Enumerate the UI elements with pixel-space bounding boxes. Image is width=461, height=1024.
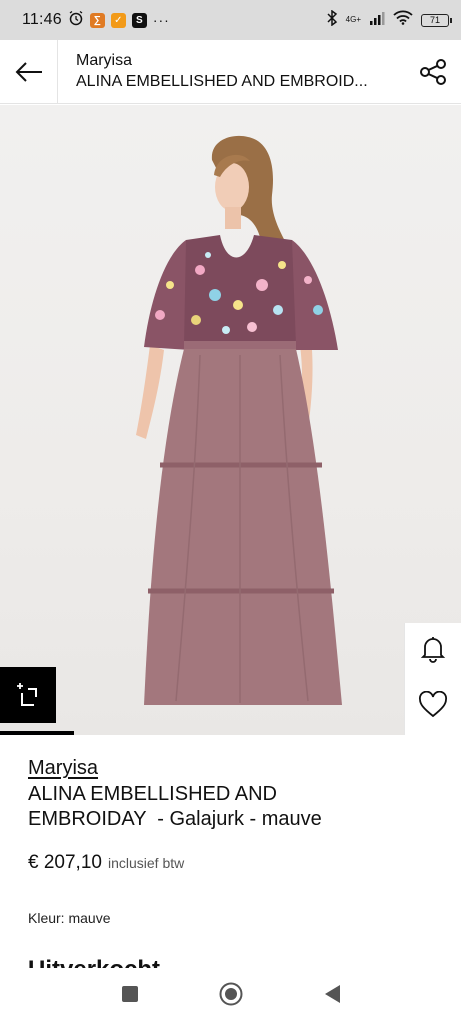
header-brand: Maryisa (76, 51, 133, 69)
network-type: 4G+ (345, 15, 361, 24)
back-nav-button[interactable] (323, 984, 341, 1009)
square-icon (121, 985, 138, 1002)
battery-indicator: 71 (421, 13, 452, 27)
wishlist-button[interactable] (418, 690, 448, 724)
product-image[interactable] (0, 105, 461, 735)
alarm-icon (68, 10, 84, 31)
product-name: ALINA EMBELLISHED AND EMBROIDAY - Galaju… (28, 782, 448, 832)
arrow-left-icon (15, 61, 42, 82)
header-titles: Maryisa ALINA EMBELLISHED AND EMBROID... (58, 51, 405, 93)
bluetooth-icon (326, 9, 338, 31)
recents-button[interactable] (121, 985, 139, 1008)
app-notification-icon: ∑ (89, 12, 105, 28)
app-notification-icon: ✓ (110, 12, 126, 28)
product-details: Maryisa ALINA EMBELLISHED AND EMBROIDAY … (28, 756, 448, 926)
product-price: € 207,10 (28, 852, 102, 873)
heart-icon (419, 690, 447, 717)
triangle-back-icon (324, 984, 340, 1003)
back-button[interactable] (0, 39, 58, 104)
vat-note: inclusief btw (107, 855, 185, 871)
more-notifications-icon: ··· (152, 12, 170, 28)
notify-button[interactable] (420, 635, 446, 668)
compare-button[interactable] (0, 667, 56, 723)
signal-icon (369, 11, 385, 30)
product-name-line: ALINA EMBELLISHED AND (28, 783, 277, 805)
share-button[interactable] (405, 40, 461, 104)
header-product-title: ALINA EMBELLISHED AND EMBROID... (76, 72, 368, 90)
product-name-line: EMBROIDAY - Galajurk - mauve (28, 808, 322, 830)
status-bar: 11:46 ∑ ✓ S ··· 4G+ 71 (0, 0, 461, 40)
circle-icon (219, 982, 242, 1005)
status-time: 11:46 (22, 11, 62, 28)
app-notification-icon: S (131, 12, 147, 28)
color-label: Kleur: mauve (28, 910, 111, 926)
gallery-progress-bar (0, 731, 74, 735)
dress-model-illustration (136, 135, 342, 705)
system-nav-bar (0, 968, 461, 1024)
brand-link[interactable]: Maryisa (28, 756, 98, 780)
price-row: € 207,10 inclusief btw (28, 852, 448, 874)
home-button[interactable] (219, 982, 243, 1011)
sparkle-crop-icon (17, 683, 37, 706)
bell-icon (420, 636, 446, 663)
image-side-actions (404, 623, 461, 735)
wifi-icon (393, 10, 413, 30)
app-header: Maryisa ALINA EMBELLISHED AND EMBROID... (0, 39, 461, 104)
share-icon (420, 58, 446, 85)
